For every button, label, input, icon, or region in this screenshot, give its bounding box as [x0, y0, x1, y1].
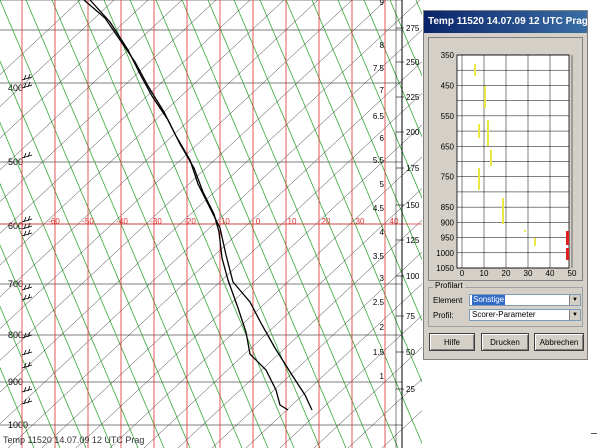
profile-y-label: 450: [441, 81, 455, 90]
profile-y-label: 1000: [436, 249, 454, 258]
temperature-label: -30: [150, 217, 162, 226]
pressure-label: 600: [8, 221, 23, 231]
height-km-label: 2.5: [373, 298, 385, 307]
height-hft-label: 50: [406, 348, 415, 357]
profile-bar: [502, 198, 504, 224]
profil-select-value: Scorer-Parameter: [472, 310, 536, 319]
profile-bar: [478, 124, 480, 138]
height-km-label: 1.5: [373, 348, 385, 357]
element-select-value: Sonstige: [472, 295, 506, 305]
profile-bar: [534, 238, 536, 246]
profile-y-label: 900: [441, 218, 455, 227]
profile-type-group: Profilart Element Sonstige ▼ Profil: Sco…: [428, 281, 583, 327]
dialog-title[interactable]: Temp 11520 14.07.09 12 UTC Prag: [424, 11, 587, 33]
height-hft-label: 225: [406, 93, 420, 102]
profile-x-label: 10: [480, 269, 489, 278]
wind-barb-icon: [21, 385, 33, 393]
temperature-label: -50: [82, 217, 94, 226]
profile-bar: [487, 120, 489, 146]
wind-barb-icon: [21, 348, 33, 356]
temperature-label: -40: [116, 217, 128, 226]
profile-y-label: 850: [441, 203, 455, 212]
height-hft-label: 275: [406, 24, 420, 33]
wind-barb-icon: [21, 215, 33, 223]
profil-label: Profil:: [433, 311, 454, 320]
profile-y-label: 550: [441, 112, 455, 121]
wind-barb-icon: [21, 397, 33, 405]
profile-y-label: 650: [441, 142, 455, 151]
height-km-label: 6: [380, 134, 385, 143]
height-hft-label: 75: [406, 312, 415, 321]
height-km-label: 6.5: [373, 112, 385, 121]
height-hft-label: 100: [406, 272, 420, 281]
profile-y-label: 750: [441, 173, 455, 182]
dewpoint-profile-line: [89, 0, 289, 411]
wind-barb-icon: [21, 73, 33, 81]
temperature-label: 10: [288, 217, 297, 226]
profile-type-title: Profilart: [433, 281, 465, 290]
skew-t-canvas: 4005006007008009001000-60 -50 -40 -30 -20 -10…: [0, 0, 422, 448]
profile-bar: [474, 64, 476, 76]
temperature-label: 20: [322, 217, 331, 226]
profile-chart-panel: 350 450 550 650 750 850 900 950 1000 1050 0 10 20 30 4…: [428, 37, 583, 281]
element-label: Element: [433, 296, 463, 305]
profile-y-label: 950: [441, 234, 455, 243]
profile-bar: [566, 231, 569, 245]
height-hft-label: 25: [406, 385, 415, 394]
height-km-label: 5.5: [373, 156, 385, 165]
height-km-label: 9: [380, 0, 385, 7]
wind-barb-icon: [21, 151, 33, 159]
profile-bar: [484, 86, 486, 108]
cancel-button[interactable]: Abbrechen: [534, 333, 584, 351]
height-km-label: 4: [380, 228, 385, 237]
height-km-label: 7.5: [373, 64, 385, 73]
temperature-label: -20: [184, 217, 196, 226]
profile-x-label: 0: [460, 269, 465, 278]
height-km-label: 8: [380, 41, 385, 50]
profile-y-label: 1050: [436, 264, 454, 273]
pressure-label: 1000: [8, 420, 28, 430]
profil-select[interactable]: Scorer-Parameter ▼: [469, 309, 581, 321]
cursor-mark: [591, 433, 597, 434]
height-km-label: 5: [380, 180, 385, 189]
pressure-label: 900: [8, 377, 23, 387]
skew-t-diagram: 400 500 600 700 800 900 1000 -60 -50 -40 -30 -20 -10…: [0, 0, 422, 448]
profile-bar: [524, 230, 526, 232]
wind-barb-icon: [21, 283, 33, 291]
wind-barb-icon: [21, 293, 33, 301]
height-hft-label: 250: [406, 58, 420, 67]
profile-chart: 350 450 550 650 750 850 900 950 1000 1050 0 10 20 30 4…: [436, 51, 577, 278]
profile-y-label: 350: [441, 51, 455, 60]
height-km-label: 3.5: [373, 252, 385, 261]
height-hft-label: 200: [406, 128, 420, 137]
height-km-label: 2: [380, 323, 385, 332]
height-hft-label: 175: [406, 164, 420, 173]
profile-x-label: 20: [502, 269, 511, 278]
profile-dialog: Temp 11520 14.07.09 12 UTC Prag 350 450 55…: [423, 10, 588, 360]
help-button[interactable]: Hilfe: [429, 333, 475, 351]
height-hft-label: 150: [406, 201, 420, 210]
element-select[interactable]: Sonstige ▼: [469, 294, 581, 306]
height-km-label: 3: [380, 274, 385, 283]
profile-bar: [490, 150, 492, 166]
temperature-label: 40: [390, 217, 399, 226]
chevron-down-icon[interactable]: ▼: [569, 295, 580, 305]
profile-bar: [478, 168, 480, 190]
temperature-label: 0: [256, 217, 261, 226]
temperature-label: -10: [218, 217, 230, 226]
height-km-label: 1: [380, 372, 385, 381]
profile-x-label: 40: [546, 269, 555, 278]
height-hft-label: 125: [406, 236, 420, 245]
temperature-label: -60: [48, 217, 60, 226]
profile-bar: [566, 248, 569, 260]
profile-x-label: 50: [568, 269, 577, 278]
temperature-label: 30: [356, 217, 365, 226]
height-km-label: 4.5: [373, 204, 385, 213]
height-km-label: 7: [380, 86, 385, 95]
chevron-down-icon[interactable]: ▼: [569, 310, 580, 320]
print-button[interactable]: Drucken: [481, 333, 529, 351]
profile-x-label: 30: [524, 269, 533, 278]
wind-barb-icon: [21, 229, 33, 237]
status-text: Temp 11520 14.07.09 12 UTC Prag: [3, 435, 145, 445]
